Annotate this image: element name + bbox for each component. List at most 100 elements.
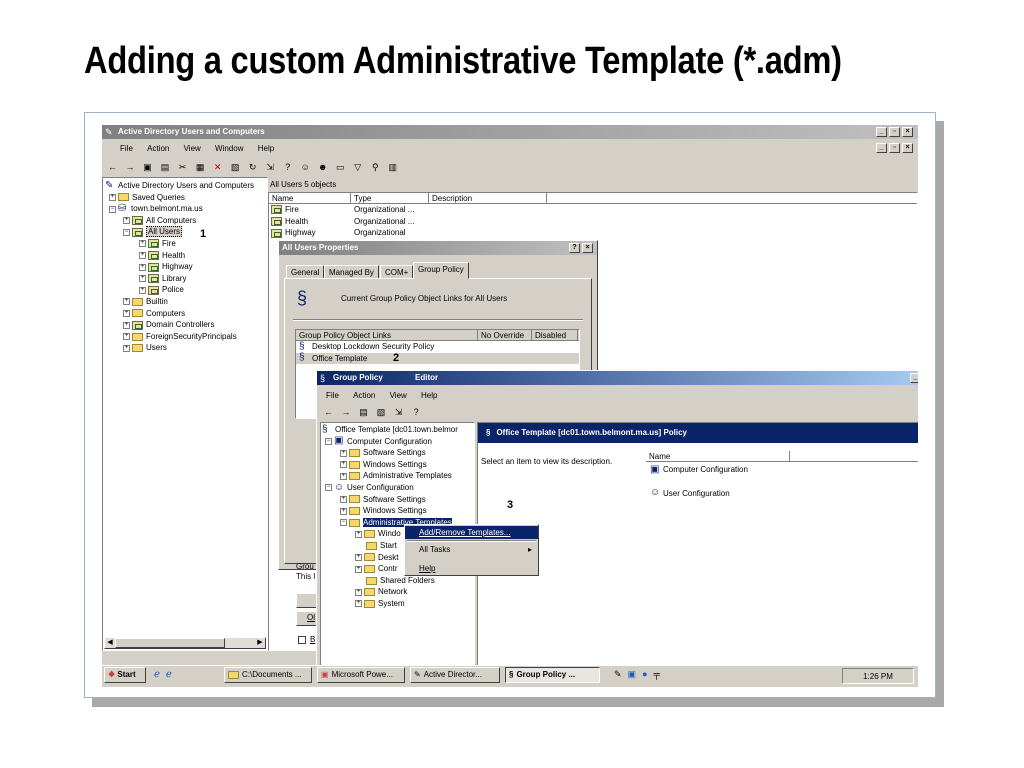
tree-hscrollbar[interactable]: ◀ ▶ [104, 637, 266, 649]
expand-icon[interactable]: + [139, 240, 146, 248]
gpe-menu-action[interactable]: Action [353, 391, 375, 400]
properties-close-button[interactable]: × [582, 243, 593, 253]
taskbar-item-powerpoint[interactable]: ▣ Microsoft Powe... [317, 667, 405, 683]
help-icon[interactable]: ? [282, 162, 293, 172]
tree-highway[interactable]: + Highway [105, 261, 267, 273]
menu-help[interactable]: Help [258, 144, 274, 153]
taskbar-item-aduc[interactable]: ✎ Active Director... [410, 667, 500, 683]
menu-file[interactable]: File [120, 144, 133, 153]
tree-fire[interactable]: + Fire [105, 238, 267, 250]
gpe-menu-file[interactable]: File [326, 391, 339, 400]
collapse-icon[interactable]: − [325, 437, 332, 445]
col-disabled[interactable]: Disabled [532, 330, 578, 341]
help-icon[interactable]: ? [411, 407, 422, 417]
new-user-icon[interactable]: ☺ [300, 162, 311, 172]
tree-users[interactable]: + Users [105, 342, 267, 354]
tree-domain-controllers[interactable]: + Domain Controllers [105, 319, 267, 331]
tree-computers[interactable]: + Computers [105, 308, 267, 320]
child-minimize-button[interactable]: _ [876, 143, 887, 153]
forward-icon[interactable]: → [125, 162, 136, 172]
expand-icon[interactable]: + [355, 588, 362, 596]
expand-icon[interactable]: + [139, 251, 146, 259]
gpe-tree-u-software-settings[interactable]: + Software Settings [322, 494, 474, 506]
aduc-titlebar[interactable]: Active Directory Users and Computers [102, 125, 918, 139]
help-icon[interactable]: ● [642, 669, 647, 679]
tree-police[interactable]: + Police [105, 284, 267, 296]
tree-all-users[interactable]: − All Users [105, 226, 267, 238]
col-description[interactable]: Description [429, 193, 547, 204]
start-button[interactable]: ❖ Start [104, 667, 146, 683]
tab-com[interactable]: COM+ [380, 265, 414, 279]
paste-icon[interactable]: ▦ [195, 162, 206, 172]
expand-icon[interactable]: + [123, 298, 130, 306]
tree-domain[interactable]: − ⛁ town.belmont.ma.us [105, 203, 267, 215]
menu-action[interactable]: Action [147, 144, 169, 153]
window-icon[interactable]: ▣ [628, 669, 637, 679]
tab-managed-by[interactable]: Managed By [324, 265, 379, 279]
tree-library[interactable]: + Library [105, 273, 267, 285]
tab-general[interactable]: General [286, 265, 325, 279]
gpe-tree-admin-templates[interactable]: + Administrative Templates [322, 470, 474, 482]
col-gpo-links[interactable]: Group Policy Object Links [296, 330, 478, 341]
new-ou-icon[interactable]: ▭ [335, 162, 346, 172]
gpe-titlebar[interactable]: Group Policy Editor [317, 371, 918, 385]
col-type[interactable]: Type [351, 193, 429, 204]
expand-icon[interactable]: + [340, 449, 347, 457]
collapse-icon[interactable]: − [325, 484, 332, 492]
expand-icon[interactable]: + [340, 507, 347, 515]
tree-builtin[interactable]: + Builtin [105, 296, 267, 308]
gpo-link-row[interactable]: § Desktop Lockdown Security Policy [296, 341, 579, 353]
expand-icon[interactable]: + [355, 530, 362, 538]
properties-help-button[interactable]: ? [569, 243, 580, 253]
gpe-item-computer-config[interactable]: ▣ Computer Configuration [650, 464, 918, 476]
taskbar-item-gpe[interactable]: § Group Policy ... [505, 667, 600, 683]
collapse-icon[interactable]: − [123, 228, 130, 236]
expand-icon[interactable]: + [355, 600, 362, 608]
expand-icon[interactable]: + [340, 461, 347, 469]
gpe-name-column[interactable]: Name [646, 451, 918, 462]
expand-icon[interactable]: + [139, 263, 146, 271]
gpe-tree-windows-settings[interactable]: + Windows Settings [322, 459, 474, 471]
aduc-minimize-button[interactable]: _ [876, 127, 887, 137]
gpe-item-user-config[interactable]: ☺ User Configuration [650, 488, 918, 500]
tree-health[interactable]: + Health [105, 250, 267, 262]
collapse-icon[interactable]: − [340, 519, 347, 527]
col-name[interactable]: Name [269, 193, 351, 204]
tree-fsp[interactable]: + ForeignSecurityPrincipals [105, 331, 267, 343]
expand-icon[interactable]: + [340, 495, 347, 503]
gpe-tree-u-windows-settings[interactable]: + Windows Settings [322, 505, 474, 517]
menu-all-tasks[interactable]: All Tasks ▸ [405, 543, 538, 556]
tree-all-computers[interactable]: + All Computers [105, 215, 267, 227]
add-to-group-icon[interactable]: ▥ [387, 162, 398, 172]
export-icon[interactable]: ⇲ [265, 162, 276, 172]
tab-group-policy[interactable]: Group Policy [413, 262, 469, 279]
gpe-menu-view[interactable]: View [390, 391, 407, 400]
aduc-close-button[interactable]: × [902, 127, 913, 137]
menu-add-remove-templates[interactable]: Add/Remove Templates... [405, 526, 538, 539]
delete-icon[interactable]: ✕ [212, 162, 223, 172]
cut-icon[interactable]: ✂ [177, 162, 188, 172]
gpe-menu-help[interactable]: Help [421, 391, 437, 400]
tree-root[interactable]: ✎ Active Directory Users and Computers [105, 180, 267, 192]
export-icon[interactable]: ⇲ [393, 407, 404, 417]
block-inheritance-checkbox[interactable]: B [298, 635, 315, 644]
menu-help[interactable]: Help [405, 562, 538, 575]
gpo-link-row[interactable]: § Office Template [296, 352, 579, 365]
new-group-icon[interactable]: ☻ [317, 162, 328, 172]
menu-view[interactable]: View [184, 144, 201, 153]
taskbar-item-documents[interactable]: C:\Documents ... [224, 667, 312, 683]
find-icon[interactable]: ⚲ [370, 162, 381, 172]
collapse-icon[interactable]: − [109, 205, 116, 213]
gpe-tree-system[interactable]: + System [322, 598, 474, 610]
expand-icon[interactable]: + [109, 193, 116, 201]
gpe-tree-root[interactable]: § Office Template [dc01.town.belmor [322, 424, 474, 436]
expand-icon[interactable]: + [123, 321, 130, 329]
expand-icon[interactable]: + [139, 286, 146, 294]
show-tree-icon[interactable]: ▤ [358, 407, 369, 417]
properties-icon[interactable]: ▧ [376, 407, 387, 417]
col-no-override[interactable]: No Override [478, 330, 532, 341]
ie-icon[interactable]: ℯ [154, 669, 160, 680]
expand-icon[interactable]: + [340, 472, 347, 480]
list-item[interactable]: Health Organizational ... [269, 216, 917, 228]
expand-icon[interactable]: + [123, 333, 130, 341]
